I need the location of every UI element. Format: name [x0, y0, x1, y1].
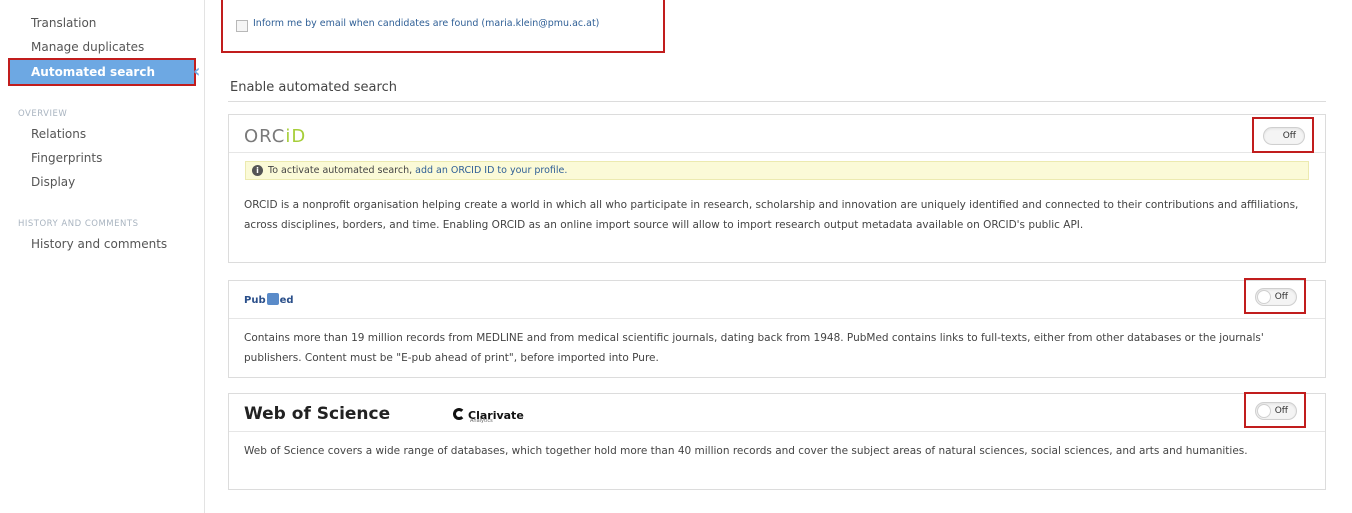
orcid-logo: ORCiD	[244, 126, 307, 147]
clarivate-icon	[453, 408, 465, 420]
wos-toggle-highlight: Off	[1244, 392, 1306, 428]
sidebar-heading-history: HISTORY AND COMMENTS	[18, 219, 139, 229]
source-card-orcid: ORCiD i To activate automated search, ad…	[228, 114, 1326, 263]
source-card-header: Pub ed	[229, 281, 1325, 319]
sidebar-item-fingerprints[interactable]: Fingerprints	[31, 151, 102, 165]
pubmed-toggle[interactable]: Off	[1255, 288, 1297, 306]
pubmed-logo: Pub ed	[244, 293, 294, 306]
add-orcid-link[interactable]: add an ORCID ID to your profile.	[415, 165, 567, 176]
wos-description: Web of Science covers a wide range of da…	[244, 445, 1248, 457]
sidebar-item-relations[interactable]: Relations	[31, 127, 86, 141]
sidebar-heading-overview: OVERVIEW	[18, 109, 68, 119]
orcid-toggle[interactable]: Off	[1263, 127, 1305, 145]
source-card-header: Web of Science Clarivate Analytics	[229, 394, 1325, 432]
sidebar-item-translation[interactable]: Translation	[31, 16, 96, 30]
pubmed-toggle-highlight: Off	[1244, 278, 1306, 314]
wos-toggle[interactable]: Off	[1255, 402, 1297, 420]
clarivate-logo: Clarivate Analytics	[453, 404, 524, 424]
email-notify-checkbox[interactable]	[236, 20, 248, 32]
sidebar-item-display[interactable]: Display	[31, 175, 75, 189]
source-card-wos: Web of Science Clarivate Analytics Web o…	[228, 393, 1326, 490]
sidebar-item-automated-search[interactable]: Automated search	[8, 58, 196, 86]
toggle-knob	[1257, 290, 1271, 304]
pubmed-logo-icon	[266, 293, 279, 305]
orcid-notice: i To activate automated search, add an O…	[245, 161, 1309, 180]
sidebar-item-history-and-comments[interactable]: History and comments	[31, 237, 167, 251]
pubmed-description: Contains more than 19 million records fr…	[244, 332, 1264, 364]
wos-title: Web of Science	[244, 404, 391, 424]
section-divider	[228, 101, 1326, 102]
email-notify-label[interactable]: Inform me by email when candidates are f…	[253, 18, 599, 29]
source-card-header: ORCiD	[229, 115, 1325, 153]
notice-text: To activate automated search,	[268, 165, 413, 176]
orcid-description: ORCID is a nonprofit organisation helpin…	[244, 199, 1299, 231]
orcid-toggle-highlight: Off	[1252, 117, 1314, 153]
source-card-pubmed: Pub ed Contains more than 19 million reco…	[228, 280, 1326, 378]
sidebar-item-manage-duplicates[interactable]: Manage duplicates	[31, 40, 144, 54]
active-pointer-icon: ‹	[193, 61, 201, 82]
toggle-knob	[1257, 404, 1271, 418]
section-title: Enable automated search	[230, 80, 397, 95]
sidebar: Translation Manage duplicates Automated …	[8, 0, 205, 513]
info-icon: i	[252, 165, 263, 176]
